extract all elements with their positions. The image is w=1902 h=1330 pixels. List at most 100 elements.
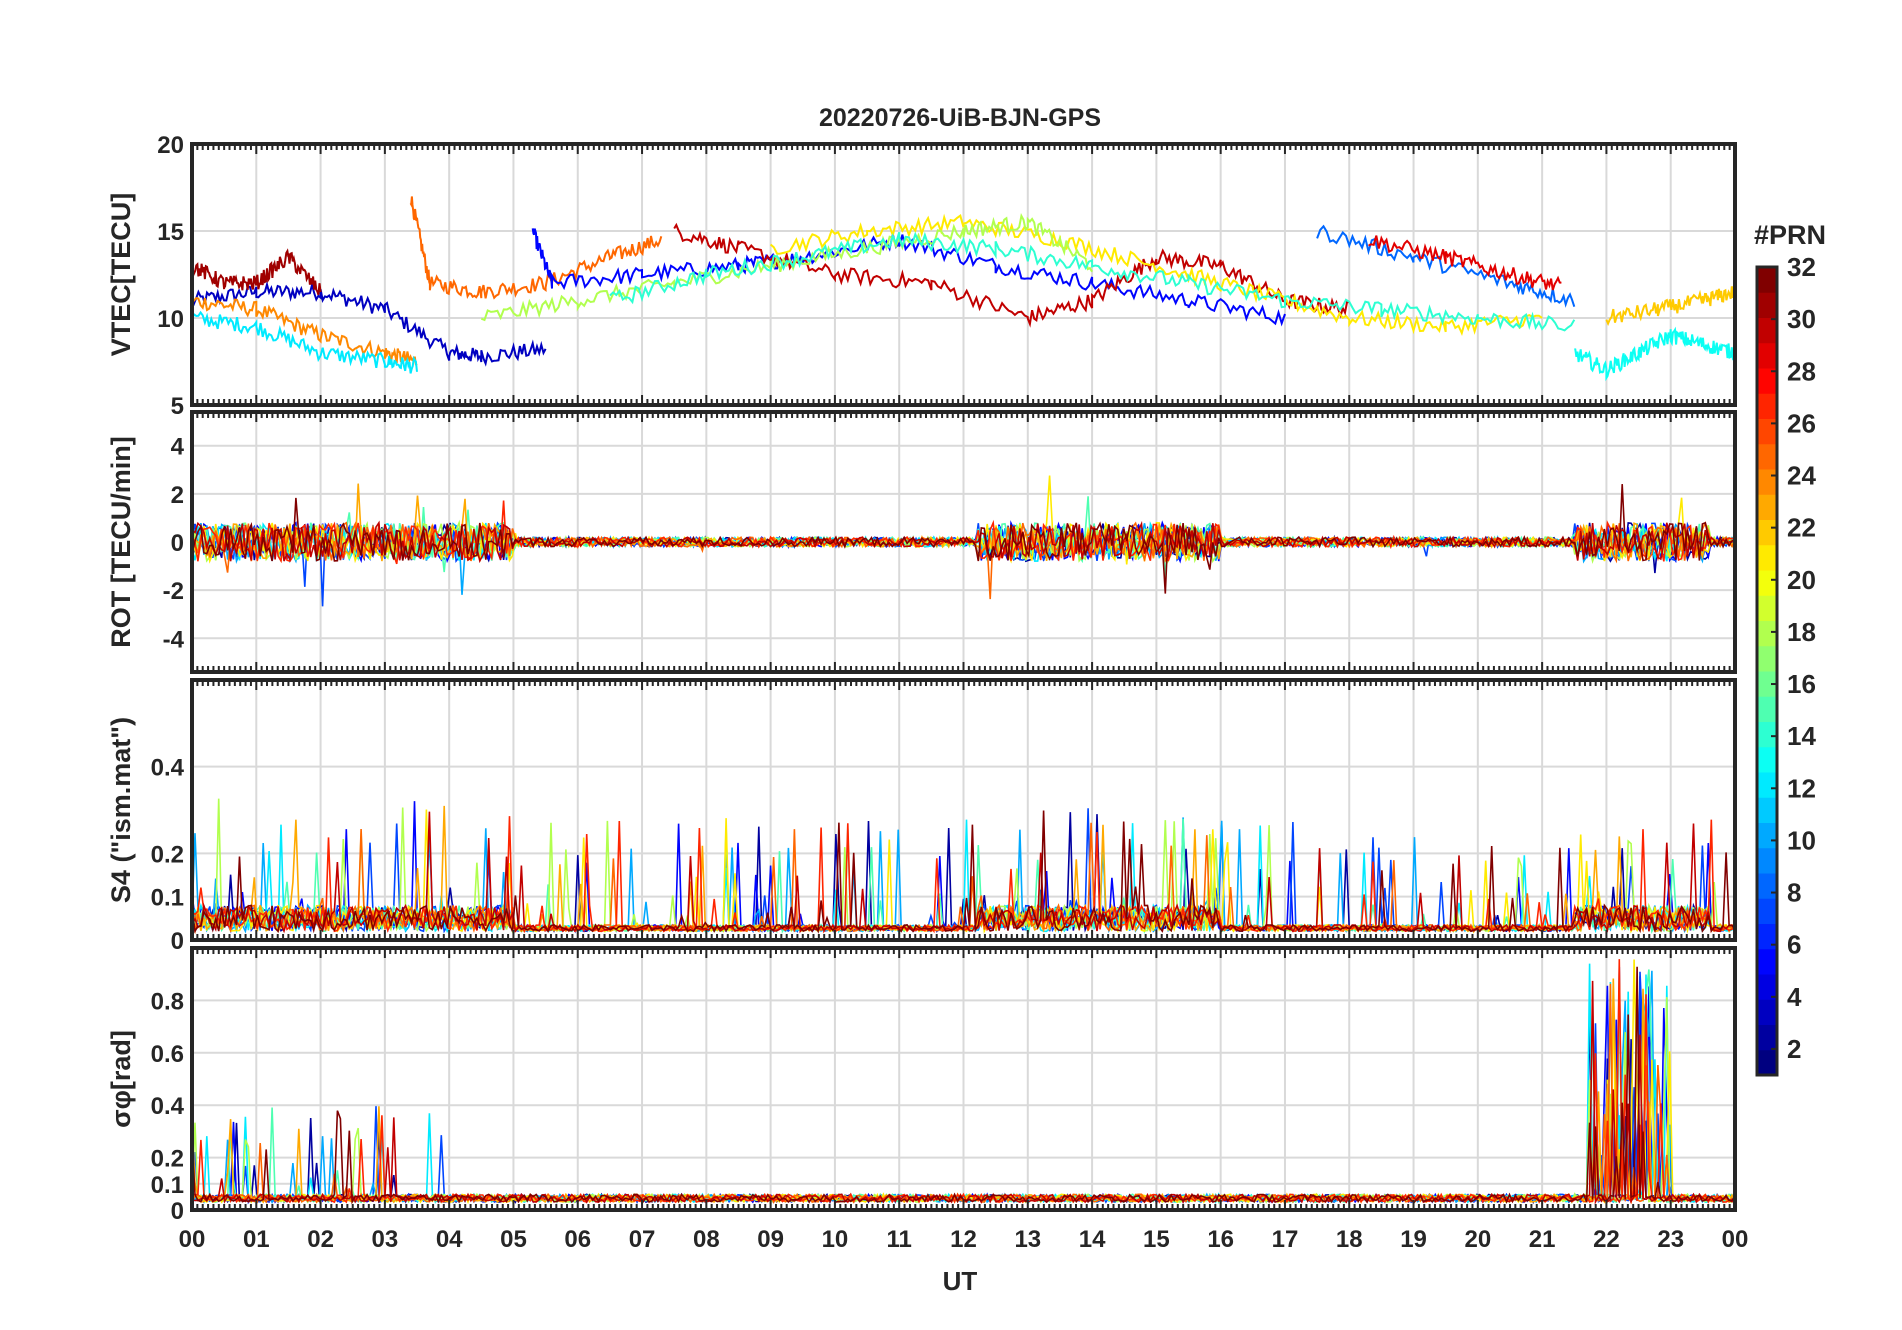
y-tick-label: 0.8 bbox=[151, 988, 184, 1015]
colorbar-tick-label: 28 bbox=[1787, 356, 1816, 386]
colorbar-tick-label: 20 bbox=[1787, 565, 1816, 595]
x-tick-label: 10 bbox=[822, 1226, 849, 1253]
x-tick-label: 00 bbox=[179, 1226, 206, 1253]
panel-sigma-phi: 00.10.2 0.4 0.6 0.8 σφ[rad] bbox=[106, 946, 1737, 1225]
y-tick-label: 0.6 bbox=[151, 1041, 184, 1068]
colorbar-swatch bbox=[1757, 772, 1777, 798]
scintillation-figure: 20220726-UiB-BJN-GPS 5101520VTEC[TECU] -… bbox=[106, 104, 1826, 1296]
panel-s4: 0 0.1 0.2 0.4 S4 ("ism.mat") bbox=[106, 678, 1737, 955]
y-axis-label: ROT [TECU/min] bbox=[106, 436, 136, 647]
x-tick-label: 05 bbox=[500, 1226, 527, 1253]
x-tick-label: 11 bbox=[887, 1226, 912, 1253]
panel-vtec: 5 10 15 20 VTEC[TECU] bbox=[106, 132, 1737, 420]
colorbar: 2468101214161820222426283032 bbox=[1755, 252, 1816, 1077]
y-tick-label: -2 bbox=[163, 578, 184, 605]
colorbar-swatch bbox=[1757, 1024, 1777, 1051]
colorbar-swatch bbox=[1757, 544, 1777, 571]
x-tick-label: 20 bbox=[1464, 1226, 1491, 1253]
colorbar-swatch bbox=[1757, 443, 1777, 470]
x-tick-label: 21 bbox=[1529, 1226, 1556, 1253]
colorbar-label: #PRN bbox=[1754, 220, 1826, 250]
colorbar-swatch bbox=[1757, 797, 1777, 823]
colorbar-swatch bbox=[1757, 393, 1777, 419]
x-tick-label: 14 bbox=[1079, 1226, 1106, 1253]
colorbar-swatch bbox=[1757, 898, 1777, 924]
colorbar-swatch bbox=[1757, 595, 1777, 621]
y-tick-label: 20 bbox=[157, 132, 184, 159]
x-tick-label: 15 bbox=[1143, 1226, 1170, 1253]
x-tick-label: 16 bbox=[1207, 1226, 1234, 1253]
colorbar-swatch bbox=[1757, 342, 1777, 369]
colorbar-tick-label: 30 bbox=[1787, 304, 1816, 334]
x-tick-label: 18 bbox=[1336, 1226, 1363, 1253]
figure-title: 20220726-UiB-BJN-GPS bbox=[819, 104, 1101, 132]
colorbar-swatch bbox=[1757, 317, 1777, 344]
colorbar-swatch bbox=[1757, 620, 1777, 647]
y-tick-label: 5 bbox=[171, 393, 184, 420]
colorbar-swatch bbox=[1757, 267, 1777, 293]
y-axis-label: VTEC[TECU] bbox=[106, 193, 136, 357]
colorbar-tick-label: 18 bbox=[1787, 617, 1816, 647]
colorbar-swatch bbox=[1757, 570, 1777, 596]
x-tick-label: 04 bbox=[436, 1226, 463, 1253]
x-tick-label: 12 bbox=[950, 1226, 977, 1253]
colorbar-tick-label: 10 bbox=[1787, 825, 1816, 855]
colorbar-tick-label: 12 bbox=[1787, 773, 1816, 803]
y-tick-label: 0 bbox=[171, 1198, 184, 1225]
colorbar-tick-label: 16 bbox=[1787, 669, 1816, 699]
x-tick-label: 19 bbox=[1400, 1226, 1427, 1253]
colorbar-swatch bbox=[1757, 999, 1777, 1025]
colorbar-swatch bbox=[1757, 292, 1777, 318]
colorbar-tick-label: 22 bbox=[1787, 513, 1816, 543]
x-tick-label: 03 bbox=[372, 1226, 399, 1253]
colorbar-tick-label: 24 bbox=[1787, 461, 1816, 491]
y-tick-label: 15 bbox=[157, 219, 184, 246]
x-tick-label: 07 bbox=[629, 1226, 656, 1253]
y-tick-label: 0.4 bbox=[151, 1093, 185, 1120]
colorbar-swatch bbox=[1757, 721, 1777, 748]
colorbar-swatch bbox=[1757, 1049, 1777, 1076]
y-tick-label: 0.4 bbox=[151, 755, 185, 782]
x-tick-label: 23 bbox=[1657, 1226, 1684, 1253]
colorbar-swatch bbox=[1757, 645, 1777, 672]
colorbar-tick-label: 26 bbox=[1787, 408, 1816, 438]
y-tick-label: -4 bbox=[163, 626, 185, 653]
y-tick-label: 0.2 bbox=[151, 1146, 184, 1173]
y-axis-label: σφ[rad] bbox=[106, 1030, 136, 1128]
colorbar-swatch bbox=[1757, 696, 1777, 722]
colorbar-swatch bbox=[1757, 469, 1777, 495]
y-tick-label: 0.1 bbox=[151, 885, 184, 912]
colorbar-swatch bbox=[1757, 948, 1777, 975]
y-tick-label: 0 bbox=[171, 530, 184, 557]
colorbar-swatch bbox=[1757, 847, 1777, 874]
x-tick-label: 13 bbox=[1014, 1226, 1041, 1253]
y-tick-label: 10 bbox=[157, 306, 184, 333]
colorbar-swatch bbox=[1757, 873, 1777, 899]
y-tick-label: 0.1 bbox=[151, 1172, 184, 1199]
colorbar-tick-label: 8 bbox=[1787, 878, 1801, 908]
colorbar-tick-label: 14 bbox=[1787, 721, 1816, 751]
colorbar-swatch bbox=[1757, 494, 1777, 520]
y-tick-label: 4 bbox=[171, 434, 185, 461]
colorbar-tick-label: 2 bbox=[1787, 1034, 1801, 1064]
y-tick-label: 2 bbox=[171, 482, 184, 509]
colorbar-tick-label: 4 bbox=[1787, 982, 1802, 1012]
x-tick-label: 06 bbox=[564, 1226, 591, 1253]
colorbar-swatch bbox=[1757, 822, 1777, 849]
y-axis-label: S4 ("ism.mat") bbox=[106, 717, 136, 903]
x-tick-label: 17 bbox=[1272, 1226, 1299, 1253]
x-tick-label: 00 bbox=[1722, 1226, 1749, 1253]
x-tick-label: 08 bbox=[693, 1226, 720, 1253]
colorbar-swatch bbox=[1757, 418, 1777, 445]
y-tick-label: 0 bbox=[171, 928, 184, 955]
colorbar-tick-label: 6 bbox=[1787, 930, 1801, 960]
x-tick-label: 09 bbox=[757, 1226, 784, 1253]
x-tick-label: 22 bbox=[1593, 1226, 1620, 1253]
x-axis-label: UT bbox=[943, 1266, 978, 1296]
x-tick-labels: 00 01 02 03 04 05 06 07 08 09 10 11 12 13 14 15 16 17 18 19… bbox=[179, 1226, 1749, 1253]
panel-rot: -4 -2 0 2 4 ROT [TECU/min] bbox=[106, 410, 1737, 674]
colorbar-tick-label: 32 bbox=[1787, 252, 1816, 282]
x-tick-label: 01 bbox=[243, 1226, 270, 1253]
x-tick-label: 02 bbox=[307, 1226, 334, 1253]
colorbar-swatch bbox=[1757, 519, 1777, 546]
